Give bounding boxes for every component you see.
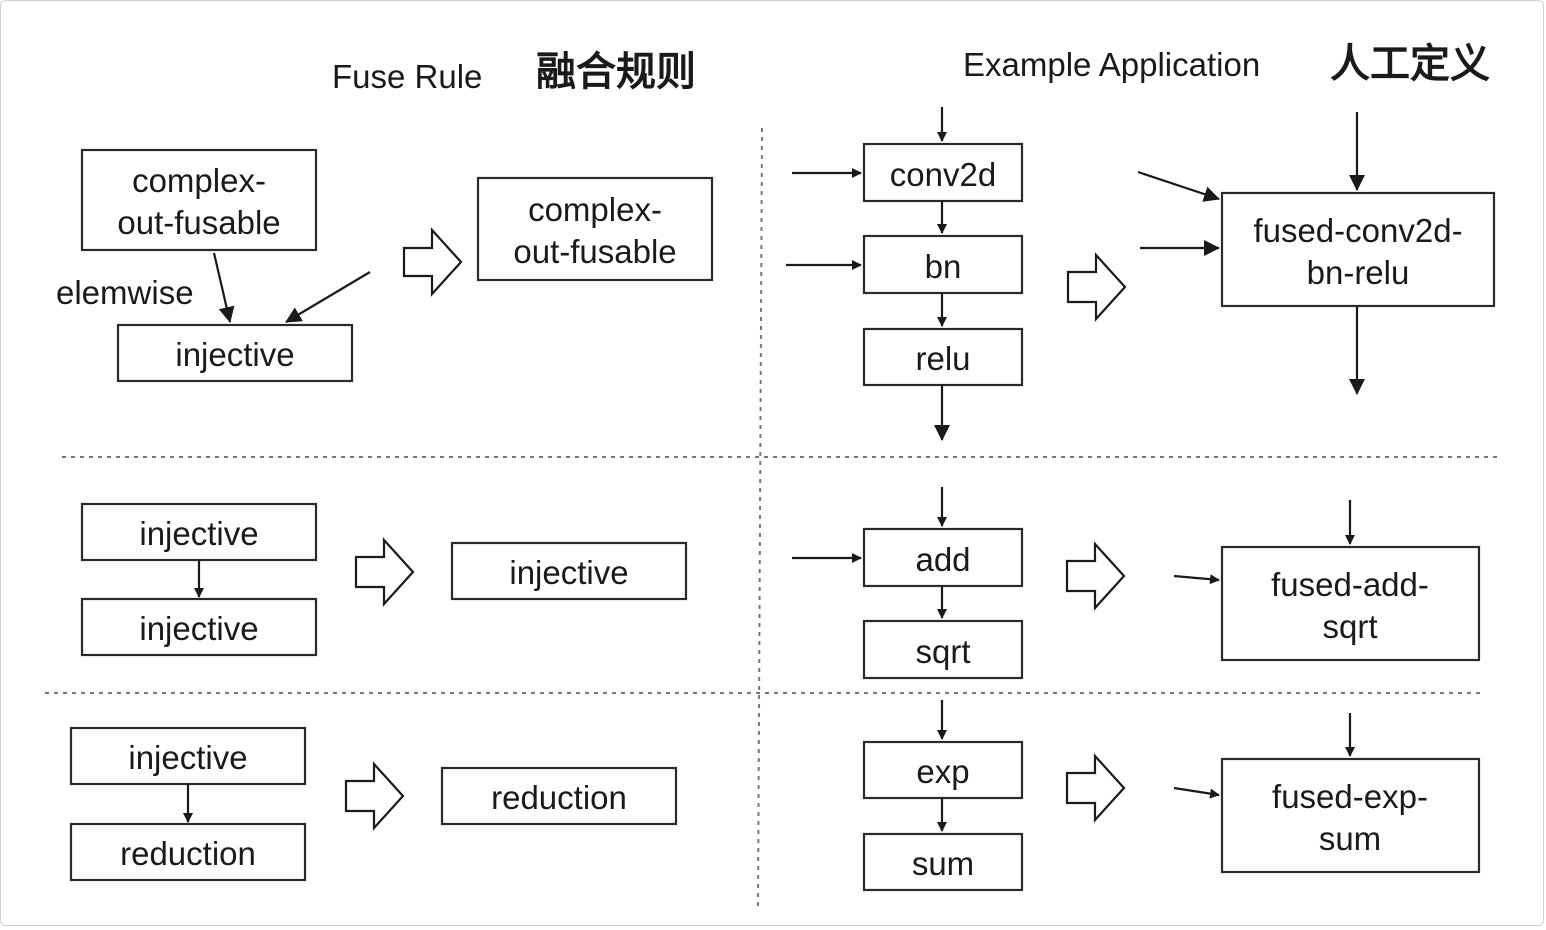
node-label: conv2d (890, 156, 996, 193)
node-label-line: sum (1319, 820, 1381, 857)
example-application-cn-heading: 人工定义 (1330, 41, 1490, 87)
example-row-2: add sqrt fused-add- sqrt (792, 487, 1481, 680)
node-label: injective (139, 515, 258, 552)
node-label-line: fused-exp- (1272, 778, 1428, 815)
node-label-line: bn-relu (1307, 254, 1410, 291)
node-label: sqrt (915, 633, 970, 670)
input-edge (1137, 170, 1220, 202)
elemwise-edge-label: elemwise (56, 274, 194, 311)
node-label: add (915, 541, 970, 578)
example-row-3: exp sum fused-exp- sum (862, 700, 1481, 892)
node-label: reduction (120, 835, 256, 872)
fuse-arrow-icon (1066, 252, 1127, 322)
fuse-rule-cn-heading: 融合规则 (536, 49, 696, 95)
rule-row-3: injective reduction reduction (69, 726, 678, 882)
node-label-line: complex- (132, 162, 266, 199)
elemwise-edge (212, 252, 235, 323)
node-label-line: fused-add- (1271, 566, 1429, 603)
node-label-line: out-fusable (513, 233, 676, 270)
node-label-line: complex- (528, 191, 662, 228)
fuse-arrow-icon (402, 227, 463, 297)
node-label-line: sqrt (1322, 608, 1377, 645)
fuse-arrow-icon (1065, 541, 1126, 611)
node-label: injective (139, 610, 258, 647)
column-divider (757, 127, 763, 909)
node-label: bn (925, 248, 962, 285)
node-label: injective (128, 739, 247, 776)
fuse-arrow-icon (1065, 753, 1126, 823)
node-label-line: fused-conv2d- (1253, 212, 1462, 249)
node-label-line: out-fusable (117, 204, 280, 241)
incoming-edge (285, 271, 371, 323)
example-row-1: conv2d bn relu fused-conv2d- bn-relu (786, 107, 1496, 441)
input-edge (1173, 786, 1220, 799)
node-label: injective (509, 554, 628, 591)
input-edge (1173, 574, 1220, 585)
fuse-arrow-icon (344, 761, 405, 831)
example-application-heading: Example Application (963, 46, 1260, 83)
node-label: reduction (491, 779, 627, 816)
node-label: sum (912, 845, 974, 882)
rule-row-1: complex- out-fusable elemwise injective … (56, 148, 714, 383)
fusion-diagram: Fuse Rule 融合规则 Example Application 人工定义 … (45, 41, 1500, 909)
rule-row-2: injective injective injective (80, 502, 688, 657)
fuse-arrow-icon (354, 537, 415, 607)
node-label: exp (916, 753, 969, 790)
node-label: relu (915, 340, 970, 377)
node-label: injective (175, 336, 294, 373)
fuse-rule-heading: Fuse Rule (332, 58, 482, 95)
